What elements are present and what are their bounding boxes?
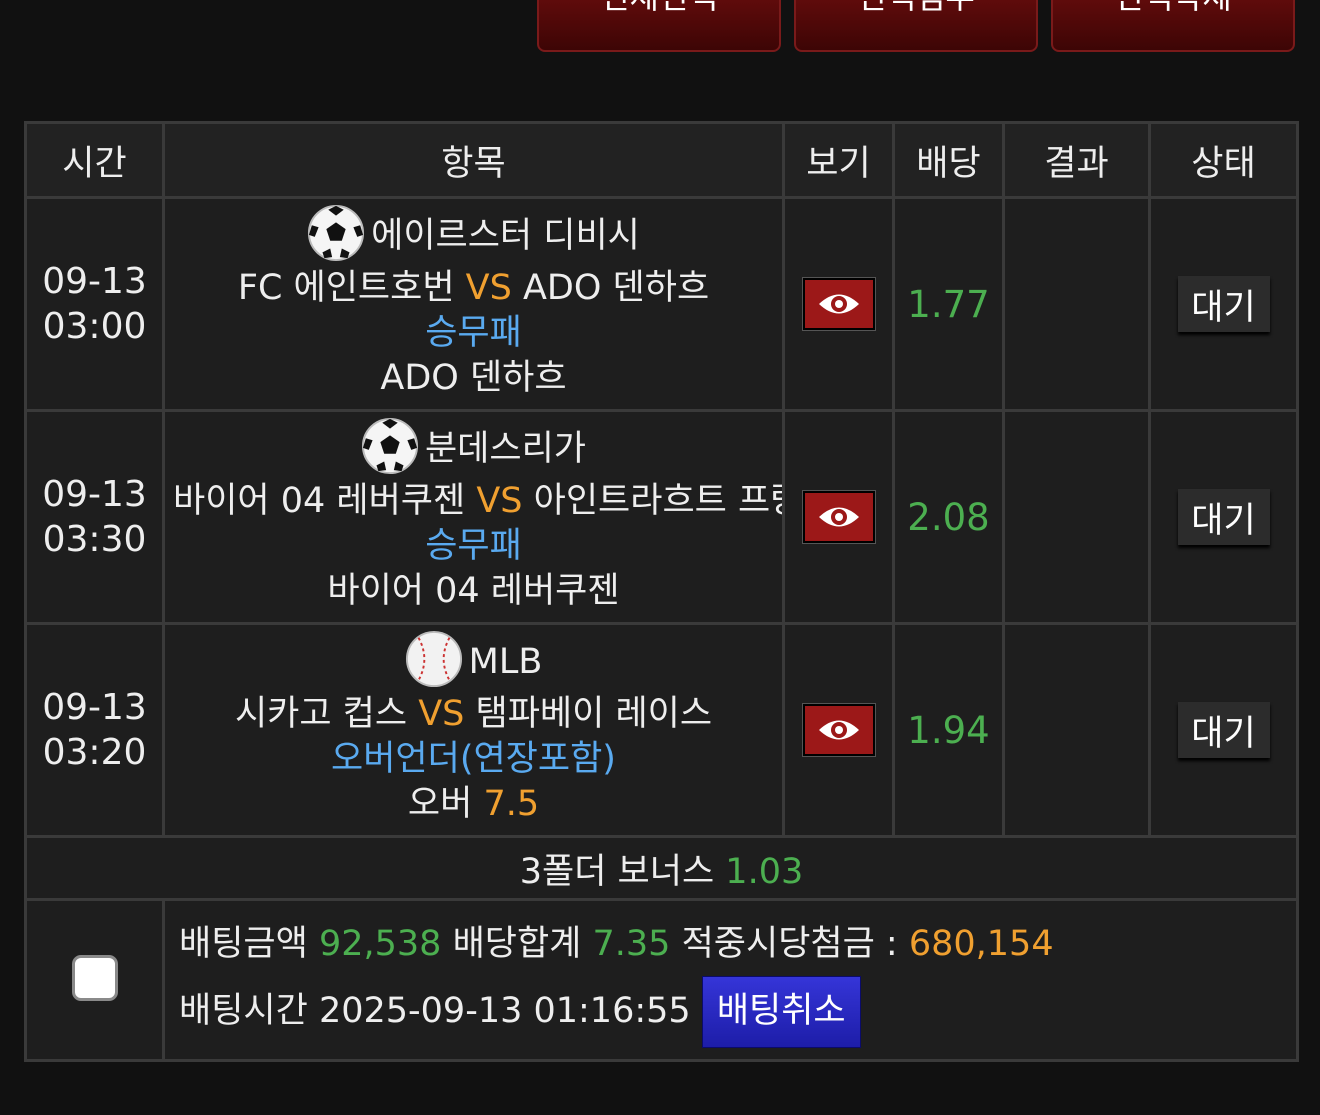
- bet-time-label: 배팅시간: [179, 991, 308, 1031]
- pick: 바이어 04 레버쿠젠: [327, 570, 620, 611]
- away-team: 아인트라흐트 프랑크푸르트: [533, 480, 781, 521]
- payout-value: 680,154: [908, 924, 1054, 964]
- select-checkbox[interactable]: [71, 955, 118, 1001]
- table-row: 09-13 03:00 에이르스터 디비시 FC 에인트호번 VS ADO 덴하…: [24, 196, 1299, 412]
- status-badge: 대기: [1177, 276, 1270, 332]
- header-time: 시간: [24, 121, 165, 199]
- eye-icon: [818, 720, 859, 740]
- result-cell: [1002, 409, 1151, 625]
- summary-cell: 배팅금액 92,538 배당합계 7.35 적중시당첨금 : 680,154 배…: [162, 898, 1299, 1062]
- league-name: MLB: [468, 641, 543, 682]
- view-button[interactable]: [801, 490, 876, 544]
- bonus-label: 3폴더 보너스: [519, 851, 715, 892]
- eye-icon: [818, 507, 859, 527]
- bet-time-value: 2025-09-13 01:16:55: [318, 991, 691, 1031]
- delete-selected-button[interactable]: 선택삭제: [1051, 0, 1295, 52]
- view-cell: [782, 196, 895, 412]
- time-cell: 09-13 03:20: [24, 622, 165, 838]
- summary-row: 배팅금액 92,538 배당합계 7.35 적중시당첨금 : 680,154 배…: [24, 898, 1299, 1062]
- status-cell: 대기: [1148, 196, 1299, 412]
- header-odds: 배당: [892, 121, 1005, 199]
- bet-table: 시간 항목 보기 배당 결과 상태 09-13 03:00 에이르스터 디비시: [24, 121, 1299, 1062]
- home-team: 바이어 04 레버쿠젠: [173, 480, 466, 521]
- total-odds-value: 7.35: [592, 924, 671, 964]
- away-team: 탬파베이 레이스: [475, 693, 713, 734]
- status-badge: 대기: [1177, 702, 1270, 758]
- amount-value: 92,538: [318, 924, 442, 964]
- eye-icon: [818, 294, 859, 314]
- odds-value: 1.94: [892, 622, 1005, 838]
- bonus-value: 1.03: [725, 851, 804, 892]
- odds-value: 2.08: [892, 409, 1005, 625]
- result-cell: [1002, 196, 1151, 412]
- time-cell: 09-13 03:30: [24, 409, 165, 625]
- header-item: 항목: [162, 121, 785, 199]
- status-cell: 대기: [1148, 622, 1299, 838]
- total-odds-label: 배당합계: [452, 924, 582, 964]
- bonus-cell: 3폴더 보너스 1.03: [24, 835, 1299, 901]
- header-view: 보기: [782, 121, 895, 199]
- odds-value: 1.77: [892, 196, 1005, 412]
- pick-value: 7.5: [483, 783, 540, 824]
- bet-date: 09-13: [42, 261, 147, 302]
- status-cell: 대기: [1148, 409, 1299, 625]
- table-row: 09-13 03:30 분데스리가 바이어 04 레버쿠젠 VS 아인트라흐트 …: [24, 409, 1299, 625]
- vs-label: VS: [476, 480, 523, 521]
- table-row: 09-13 03:20 MLB 시카고 컵스 VS 탬파베이 레이스 오버언더(…: [24, 622, 1299, 838]
- checkbox-cell: [24, 898, 165, 1062]
- item-cell: MLB 시카고 컵스 VS 탬파베이 레이스 오버언더(연장포함) 오버 7.5: [162, 622, 785, 838]
- soccer-ball-icon: [308, 204, 365, 261]
- bet-time: 03:20: [42, 732, 147, 773]
- vs-label: VS: [418, 693, 465, 734]
- home-team: FC 에인트호번: [237, 267, 455, 308]
- league-name: 분데스리가: [424, 428, 586, 469]
- pick: ADO 덴하흐: [380, 357, 567, 398]
- pick-label: 오버: [407, 783, 473, 824]
- view-button[interactable]: [801, 277, 876, 331]
- select-all-button[interactable]: 전체선택: [537, 0, 781, 52]
- home-team: 시카고 컵스: [234, 693, 408, 734]
- item-cell: 에이르스터 디비시 FC 에인트호번 VS ADO 덴하흐 승무패 ADO 덴하…: [162, 196, 785, 412]
- view-cell: [782, 409, 895, 625]
- view-button[interactable]: [801, 703, 876, 757]
- league-name: 에이르스터 디비시: [371, 215, 640, 256]
- table-header: 시간 항목 보기 배당 결과 상태: [24, 121, 1299, 199]
- baseball-icon: [405, 630, 462, 687]
- view-cell: [782, 622, 895, 838]
- bonus-row: 3폴더 보너스 1.03: [24, 835, 1299, 901]
- payout-label: 적중시당첨금 :: [681, 924, 898, 964]
- item-cell: 분데스리가 바이어 04 레버쿠젠 VS 아인트라흐트 프랑크푸르트 승무패 바…: [162, 409, 785, 625]
- pick: 오버 7.5: [167, 782, 781, 827]
- bet-time: 03:30: [42, 519, 147, 560]
- soccer-ball-icon: [361, 417, 419, 474]
- status-badge: 대기: [1177, 489, 1270, 545]
- attach-selected-button[interactable]: 선택첨부: [794, 0, 1038, 52]
- bet-date: 09-13: [42, 474, 147, 515]
- cancel-bet-button[interactable]: 배팅취소: [701, 976, 861, 1048]
- bet-time: 03:00: [42, 306, 147, 347]
- bet-date: 09-13: [42, 687, 147, 728]
- result-cell: [1002, 622, 1151, 838]
- market-type: 승무패: [425, 525, 522, 566]
- time-cell: 09-13 03:00: [24, 196, 165, 412]
- market-type: 오버언더(연장포함): [331, 738, 616, 779]
- away-team: ADO 덴하흐: [522, 267, 710, 308]
- market-type: 승무패: [425, 312, 522, 353]
- vs-label: VS: [465, 267, 512, 308]
- amount-label: 배팅금액: [179, 924, 308, 964]
- header-status: 상태: [1148, 121, 1299, 199]
- header-result: 결과: [1002, 121, 1151, 199]
